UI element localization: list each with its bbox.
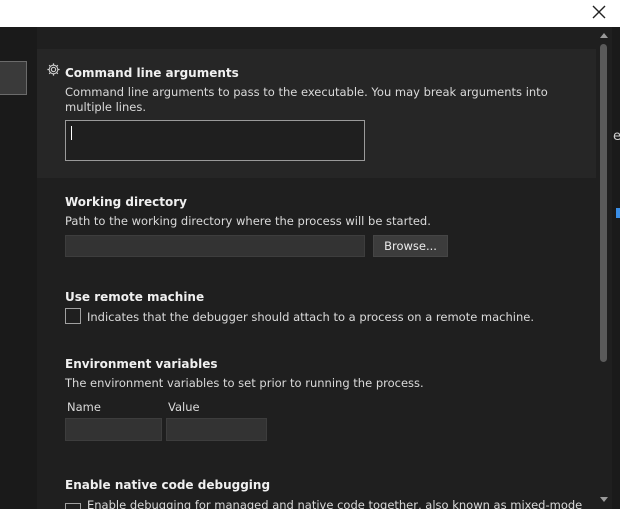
working-directory-description: Path to the working directory where the … (65, 214, 431, 228)
environment-variables-section: Environment variables The environment va… (37, 348, 596, 466)
remote-machine-title: Use remote machine (65, 290, 205, 304)
working-directory-section: Working directory Path to the working di… (37, 178, 596, 278)
text-caret (71, 126, 72, 140)
env-name-header: Name (67, 400, 101, 414)
command-line-section: Command line arguments Command line argu… (37, 49, 596, 178)
left-sidebar (0, 27, 37, 509)
background-text-fragment: e (613, 129, 620, 144)
command-line-description: Command line arguments to pass to the ex… (65, 85, 548, 114)
background-window (612, 27, 620, 509)
browse-button[interactable]: Browse... (373, 235, 448, 257)
gear-icon (47, 63, 60, 76)
remote-machine-checkbox[interactable] (65, 308, 81, 324)
native-debugging-checkbox-label: Enable debugging for managed and native … (87, 498, 583, 509)
env-value-input[interactable] (166, 418, 267, 441)
env-name-input[interactable] (65, 418, 162, 441)
command-line-args-input[interactable] (65, 120, 365, 161)
command-line-title: Command line arguments (65, 66, 239, 80)
background-accent-marker (616, 208, 620, 218)
debug-profile-panel: Command line arguments Command line argu… (37, 27, 596, 509)
environment-variables-title: Environment variables (65, 357, 218, 371)
sidebar-selected-item[interactable] (0, 61, 27, 95)
vertical-scrollbar[interactable] (596, 27, 612, 509)
remote-machine-section: Use remote machine Indicates that the de… (37, 278, 596, 348)
native-debugging-section: Enable native code debugging Enable debu… (37, 466, 596, 509)
native-debugging-checkbox[interactable] (65, 503, 81, 509)
native-debugging-title: Enable native code debugging (65, 478, 271, 492)
environment-variables-description: The environment variables to set prior t… (65, 376, 424, 390)
window-titlebar (0, 0, 620, 27)
env-value-header: Value (168, 400, 200, 414)
working-directory-title: Working directory (65, 195, 187, 209)
scroll-up-icon[interactable] (599, 31, 609, 41)
scroll-down-icon[interactable] (599, 494, 609, 504)
remote-machine-checkbox-label: Indicates that the debugger should attac… (87, 310, 535, 324)
working-directory-input[interactable] (65, 235, 365, 257)
scrollbar-thumb[interactable] (600, 44, 607, 362)
close-icon[interactable] (591, 4, 607, 20)
